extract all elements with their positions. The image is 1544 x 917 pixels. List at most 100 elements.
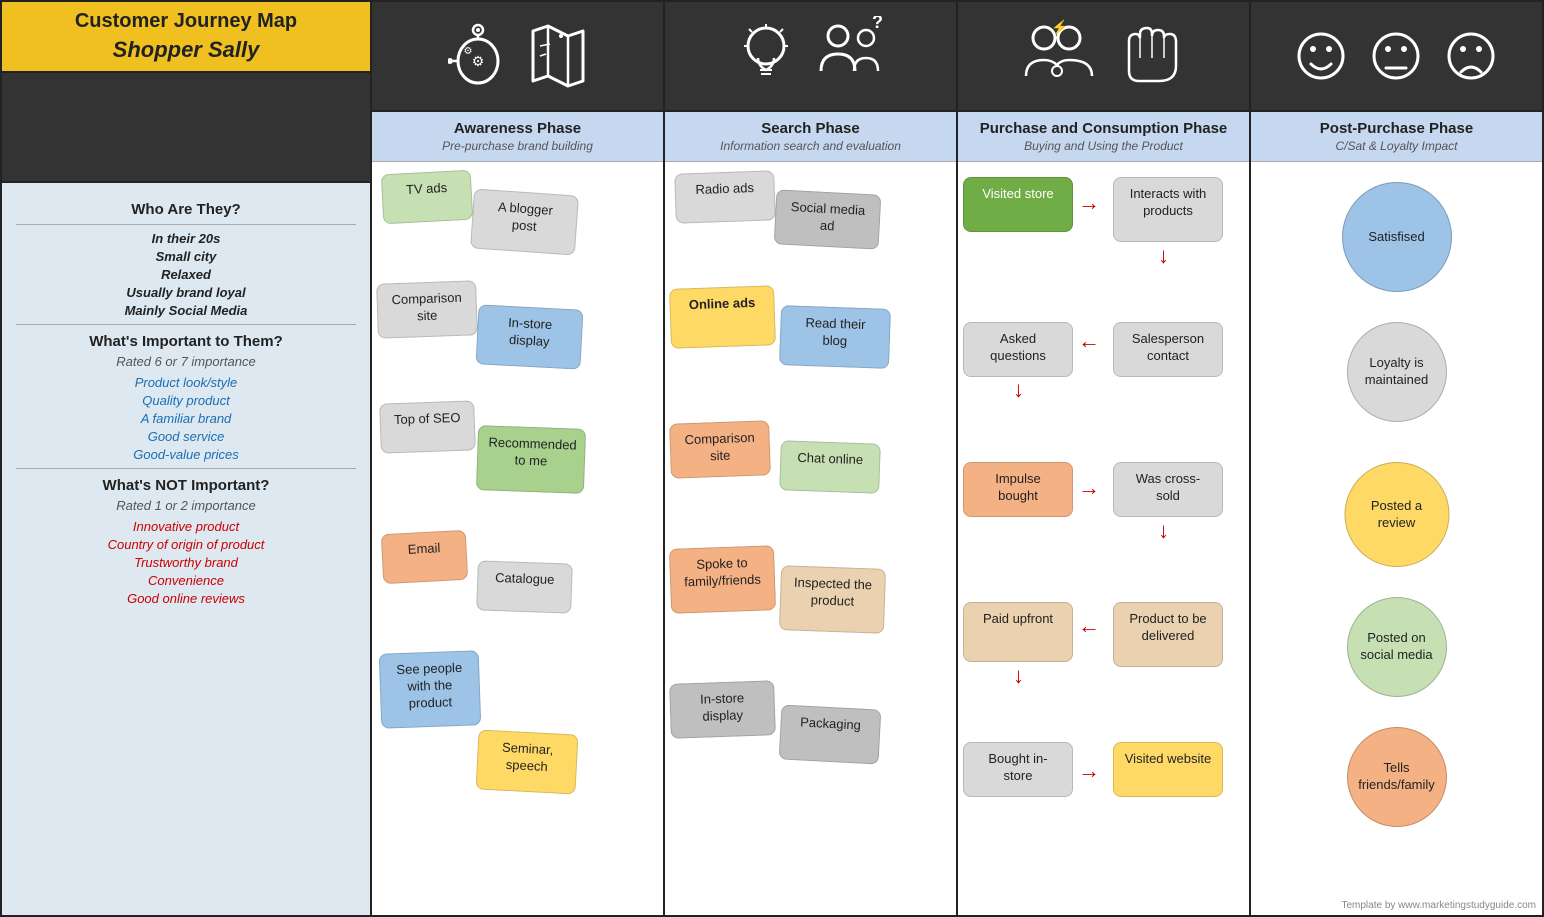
product-delivered-card: Product to be delivered: [1113, 602, 1223, 667]
paid-upfront-card: Paid upfront: [963, 602, 1073, 662]
arrow-3: →: [1078, 337, 1100, 359]
comparison-site-card: Comparison site: [376, 280, 478, 338]
people-question-icon: ?: [816, 16, 886, 96]
important-item: Good-value prices: [16, 447, 356, 462]
visited-website-card: Visited website: [1113, 742, 1223, 797]
arrow-7: →: [1078, 622, 1100, 644]
left-content: Who Are They? In their 20s Small city Re…: [2, 183, 370, 915]
important-heading: What's Important to Them?: [16, 333, 356, 350]
left-header: Customer Journey Map Shopper Sally: [2, 2, 370, 73]
arrow-5: →: [1078, 477, 1100, 499]
important-item: A familiar brand: [16, 411, 356, 426]
asked-questions-card: Asked questions: [963, 322, 1073, 377]
lightbulb-icon: [736, 16, 796, 96]
loyalty-circle: Loyalty is maintained: [1347, 322, 1447, 422]
group-lightning-icon: ⚡: [1024, 16, 1094, 96]
post-purchase-title: Post-Purchase Phase: [1257, 120, 1536, 137]
svg-text:⚙: ⚙: [463, 46, 472, 57]
visited-store-card: Visited store: [963, 177, 1073, 232]
purchase-body: Visited store → Interacts with products …: [958, 162, 1249, 915]
satisfied-circle: Satisfised: [1342, 182, 1452, 292]
neutral-face-icon: [1369, 16, 1424, 96]
svg-text:⚙: ⚙: [471, 53, 484, 69]
packaging-card: Packaging: [779, 704, 882, 764]
search-title: Search Phase: [671, 120, 950, 137]
purchase-subtitle: Buying and Using the Product: [964, 139, 1243, 153]
phase-columns: ⚙ ⚙ Awareness Phase Pre-purchase brand b…: [372, 2, 1542, 915]
salesperson-card: Salesperson contact: [1113, 322, 1223, 377]
interacts-products-card: Interacts with products: [1113, 177, 1223, 242]
profile-item: Usually brand loyal: [16, 285, 356, 300]
inspected-product-card: Inspected the product: [779, 565, 886, 634]
not-important-item: Trustworthy brand: [16, 555, 356, 570]
read-blog-card: Read their blog: [779, 305, 891, 369]
social-circle: Posted on social media: [1347, 597, 1447, 697]
arrow-9: →: [1078, 760, 1100, 782]
impulse-bought-card: Impulse bought: [963, 462, 1073, 517]
important-item: Good service: [16, 429, 356, 444]
post-purchase-icon-row: [1251, 2, 1542, 112]
purchase-phase-col: ⚡ Purchase and Consumption Phase Buying …: [958, 2, 1251, 915]
post-purchase-phase-col: Post-Purchase Phase C/Sat & Loyalty Impa…: [1251, 2, 1542, 915]
who-heading: Who Are They?: [16, 201, 356, 218]
social-media-ad-card: Social media ad: [774, 189, 882, 249]
svg-text:⚡: ⚡: [1051, 19, 1068, 36]
see-people-card: See people with the product: [379, 650, 482, 728]
template-credit: Template by www.marketingstudyguide.com: [1341, 900, 1536, 911]
recommended-card: Recommended to me: [476, 425, 586, 494]
arrow-2: ↓: [1158, 245, 1169, 267]
chat-online-card: Chat online: [779, 440, 881, 493]
arrow-1: →: [1078, 192, 1100, 214]
purchase-icon-row: ⚡: [958, 2, 1249, 112]
not-important-heading: What's NOT Important?: [16, 477, 356, 494]
happy-face-icon: [1294, 16, 1349, 96]
awareness-subtitle: Pre-purchase brand building: [378, 139, 657, 153]
purchase-title: Purchase and Consumption Phase: [964, 120, 1243, 137]
left-panel: Customer Journey Map Shopper Sally Who A…: [2, 2, 372, 915]
arrow-6: ↓: [1158, 520, 1169, 542]
left-icon-row: [2, 73, 370, 183]
tv-ads-card: TV ads: [381, 170, 473, 225]
instore-display-card: In-store display: [476, 304, 584, 369]
post-purchase-body: Satisfised Loyalty is maintained Posted …: [1251, 162, 1542, 915]
catalogue-card: Catalogue: [476, 560, 573, 613]
comparison-site-s-card: Comparison site: [669, 420, 771, 478]
not-important-item: Good online reviews: [16, 591, 356, 606]
main-container: Customer Journey Map Shopper Sally Who A…: [0, 0, 1544, 917]
profile-item: Mainly Social Media: [16, 303, 356, 318]
important-item: Quality product: [16, 393, 356, 408]
cross-sold-card: Was cross-sold: [1113, 462, 1223, 517]
friends-circle: Tells friends/family: [1347, 727, 1447, 827]
important-subheading: Rated 6 or 7 importance: [16, 354, 356, 369]
not-important-item: Country of origin of product: [16, 537, 356, 552]
sad-face-icon: [1444, 16, 1499, 96]
online-ads-card: Online ads: [669, 285, 776, 349]
not-important-subheading: Rated 1 or 2 importance: [16, 498, 356, 513]
awareness-icon-row: ⚙ ⚙: [372, 2, 663, 112]
arrow-8: ↓: [1013, 665, 1024, 687]
awareness-header: Awareness Phase Pre-purchase brand build…: [372, 112, 663, 162]
email-card: Email: [381, 530, 469, 584]
profile-item: In their 20s: [16, 231, 356, 246]
purchase-header: Purchase and Consumption Phase Buying an…: [958, 112, 1249, 162]
map-subtitle: Shopper Sally: [12, 37, 360, 63]
svg-text:?: ?: [872, 16, 883, 32]
radio-ads-card: Radio ads: [674, 170, 776, 223]
seminar-card: Seminar, speech: [475, 729, 578, 794]
map-title: Customer Journey Map: [12, 10, 360, 33]
instore-display-s-card: In-store display: [669, 680, 776, 739]
map-icon: [528, 16, 588, 96]
search-icon-row: ?: [665, 2, 956, 112]
profile-item: Small city: [16, 249, 356, 264]
arrow-4: ↓: [1013, 379, 1024, 401]
spoke-family-card: Spoke to family/friends: [669, 545, 776, 614]
important-item: Product look/style: [16, 375, 356, 390]
search-header: Search Phase Information search and eval…: [665, 112, 956, 162]
awareness-body: TV ads A blogger post Comparison site In…: [372, 162, 663, 915]
top-seo-card: Top of SEO: [379, 400, 476, 453]
hand-icon: [1114, 16, 1184, 96]
not-important-item: Convenience: [16, 573, 356, 588]
bought-instore-card: Bought in-store: [963, 742, 1073, 797]
review-circle: Posted a review: [1344, 462, 1449, 567]
search-body: Radio ads Social media ad Online ads Rea…: [665, 162, 956, 915]
